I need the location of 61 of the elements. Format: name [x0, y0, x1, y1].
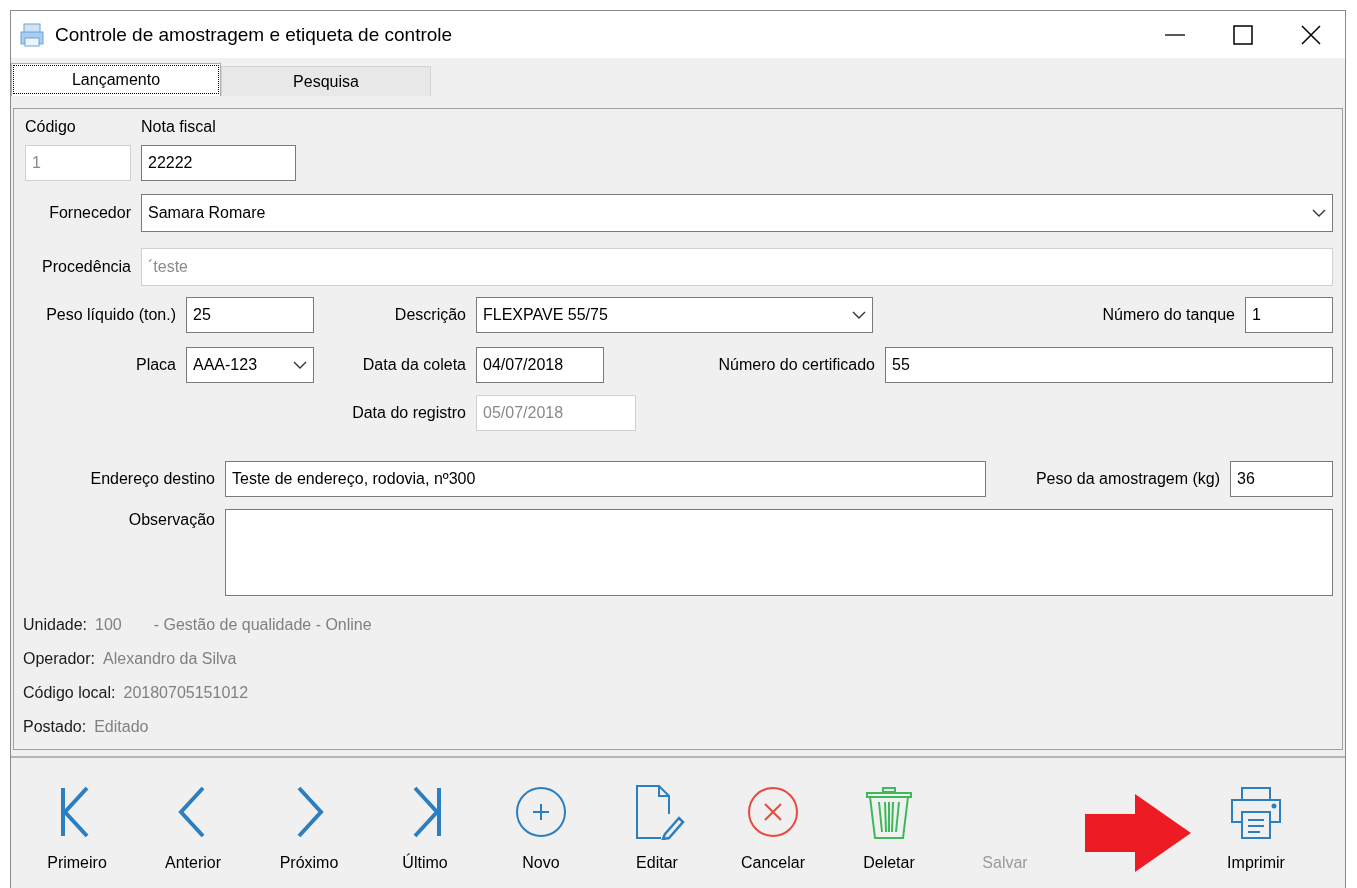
- info-value: - Gestão de qualidade - Online: [153, 616, 372, 634]
- info-value: Alexandro da Silva: [103, 650, 237, 668]
- dropdown[interactable]: FLEXPAVE 55/75: [476, 297, 873, 333]
- input-field[interactable]: 1: [1245, 297, 1333, 333]
- input-field[interactable]: Teste de endereço, rodovia, nº300: [225, 461, 986, 497]
- app-icon: [19, 21, 45, 48]
- field-label: Data do registro: [351, 404, 466, 422]
- toolbar-button[interactable]: Novo: [491, 784, 591, 872]
- field-label: Data da coleta: [361, 356, 466, 374]
- field-label: Descrição: [393, 306, 466, 324]
- trash-icon: [866, 787, 912, 839]
- tab[interactable]: Lançamento: [11, 63, 221, 96]
- toolbar-button[interactable]: Primeiro: [27, 784, 127, 872]
- printer-icon: [1231, 787, 1281, 839]
- info-label: Código local:: [23, 684, 116, 702]
- chevron-down-icon: [852, 310, 866, 320]
- input-field[interactable]: 36: [1230, 461, 1333, 497]
- chevron-down-icon: [1312, 208, 1326, 218]
- field-label: Fornecedor: [48, 204, 131, 222]
- field-label: Procedência: [41, 258, 131, 276]
- info-value: Editado: [94, 718, 149, 736]
- field-label: Número do certificado: [717, 356, 875, 374]
- field-label: Nota fiscal: [141, 118, 217, 137]
- input-field[interactable]: 22222: [141, 145, 296, 181]
- field-label: Placa: [134, 356, 176, 374]
- plus-circle-icon: [516, 787, 566, 837]
- field-label: Número do tanque: [1101, 306, 1235, 324]
- field-label: Peso líquido (ton.): [45, 306, 176, 324]
- input-field[interactable]: 55: [885, 347, 1333, 383]
- toolbar-button[interactable]: Deletar: [839, 784, 939, 872]
- field-label: Observação: [127, 511, 215, 529]
- toolbar-button[interactable]: Anterior: [143, 784, 243, 872]
- cancel-icon: [748, 787, 798, 837]
- input-field[interactable]: 25: [186, 297, 314, 333]
- chevron-right-icon: [297, 786, 324, 838]
- dropdown[interactable]: Samara Romare: [141, 194, 1333, 232]
- toolbar-button[interactable]: Último: [375, 784, 475, 872]
- input-field[interactable]: 04/07/2018: [476, 347, 604, 383]
- window-title: Controle de amostragem e etiqueta de controle: [55, 23, 453, 46]
- field-label: Código: [25, 118, 77, 137]
- info-label: Unidade:: [23, 616, 88, 634]
- toolbar-button[interactable]: Imprimir: [1206, 784, 1306, 872]
- tab[interactable]: Pesquisa: [221, 66, 431, 96]
- info-label: Operador:: [23, 650, 96, 668]
- maximize-icon[interactable]: [1231, 22, 1255, 47]
- info-value: 20180705151012: [123, 684, 249, 702]
- toolbar-button[interactable]: Próximo: [259, 784, 359, 872]
- text-area[interactable]: [225, 509, 1333, 596]
- toolbar-button[interactable]: Cancelar: [723, 784, 823, 872]
- field-label: Peso da amostragem (kg): [1034, 470, 1220, 488]
- close-icon[interactable]: [1299, 22, 1323, 47]
- field-label: Endereço destino: [89, 470, 215, 488]
- dropdown[interactable]: AAA-123: [186, 347, 314, 383]
- info-value: 100: [95, 616, 122, 634]
- info-label: Postado:: [23, 718, 87, 736]
- toolbar-button[interactable]: Editar: [607, 784, 707, 872]
- document-pencil-icon: [636, 785, 685, 840]
- last-record-icon: [413, 786, 441, 838]
- chevron-left-icon: [178, 786, 205, 838]
- first-record-icon: [61, 786, 89, 838]
- chevron-down-icon: [293, 360, 307, 370]
